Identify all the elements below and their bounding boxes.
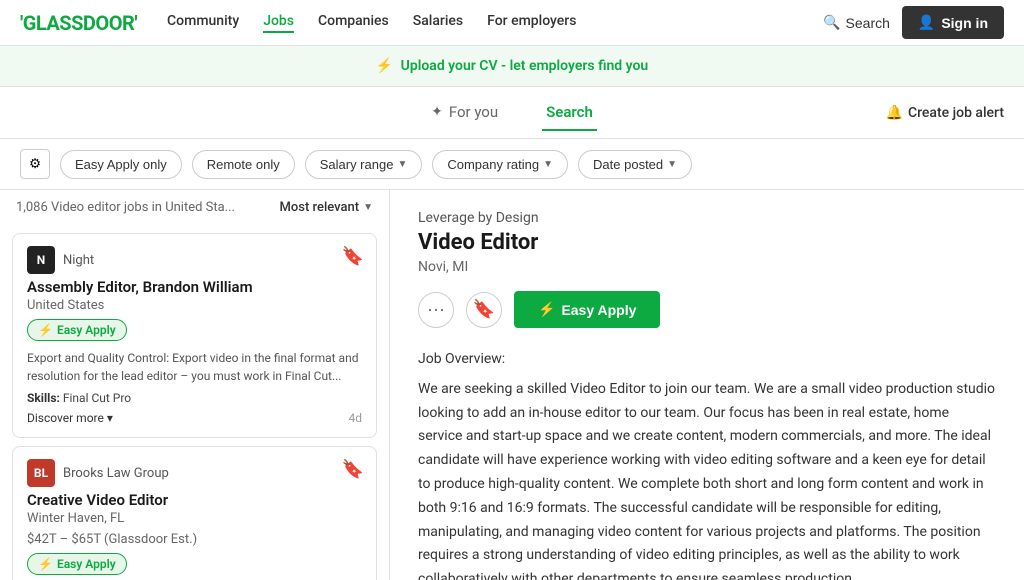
lightning-icon: ⚡ (538, 301, 555, 318)
company-name: Brooks Law Group (63, 466, 169, 481)
job-card[interactable]: N Night 🔖 Assembly Editor, Brandon Willi… (12, 233, 377, 438)
date-posted-filter[interactable]: Date posted ▼ (578, 150, 692, 179)
search-icon: 🔍 (823, 14, 840, 31)
company-logo: N (27, 246, 55, 274)
job-location: Winter Haven, FL (27, 511, 362, 526)
job-card-header: BL Brooks Law Group (27, 459, 362, 487)
date-posted-label: Date posted (593, 157, 663, 172)
job-location: United States (27, 298, 362, 313)
job-card-header: N Night (27, 246, 362, 274)
tab-search-label: Search (546, 103, 593, 121)
detail-job-location: Novi, MI (418, 259, 996, 275)
nav-community[interactable]: Community (167, 13, 239, 33)
chevron-down-icon: ▼ (363, 202, 373, 213)
salary: $42T – $65T (Glassdoor Est.) (27, 532, 362, 547)
results-header: 1,086 Video editor jobs in United Sta...… (0, 190, 389, 225)
more-options-button[interactable]: ··· (418, 292, 454, 328)
easy-apply-label: Easy Apply only (75, 157, 167, 172)
nav-employers[interactable]: For employers (487, 13, 576, 33)
sort-dropdown[interactable]: Most relevant ▼ (280, 200, 373, 215)
company-logo: BL (27, 459, 55, 487)
lightning-icon: ⚡ (376, 58, 393, 74)
main-layout: 1,086 Video editor jobs in United Sta...… (0, 190, 1024, 580)
detail-company-name: Leverage by Design (418, 210, 996, 226)
remote-only-filter[interactable]: Remote only (192, 150, 295, 179)
signin-button[interactable]: 👤 Sign in (902, 6, 1004, 39)
nav-right: 🔍 Search 👤 Sign in (823, 6, 1004, 39)
easy-apply-badge: ⚡ Easy Apply (27, 319, 127, 341)
right-panel: Leverage by Design Video Editor Novi, MI… (390, 190, 1024, 580)
tab-for-you-label: For you (449, 103, 498, 121)
company-name: Night (63, 253, 94, 268)
lightning-icon: ⚡ (38, 323, 53, 337)
glassdoor-logo[interactable]: 'GLASSDOOR' (20, 11, 137, 35)
create-alert-button[interactable]: 🔔 Create job alert (886, 105, 1004, 121)
easy-apply-badge: ⚡ Easy Apply (27, 553, 127, 575)
detail-job-title: Video Editor (418, 230, 996, 255)
nav-links: Community Jobs Companies Salaries For em… (167, 13, 803, 33)
signin-icon: 👤 (918, 14, 935, 31)
bookmark-button[interactable]: 🔖 (342, 459, 364, 480)
days-ago: 4d (348, 411, 362, 425)
tab-for-you[interactable]: ✦ For you (427, 95, 502, 131)
sort-label: Most relevant (280, 200, 360, 215)
job-actions: ··· 🔖 ⚡ Easy Apply (418, 291, 996, 328)
job-card[interactable]: BL Brooks Law Group 🔖 Creative Video Edi… (12, 446, 377, 580)
salary-range-filter[interactable]: Salary range ▼ (305, 150, 423, 179)
remote-only-label: Remote only (207, 157, 280, 172)
job-snippet: Export and Quality Control: Export video… (27, 349, 362, 385)
discover-more-label: Discover more ▾ (27, 411, 113, 425)
sliders-icon: ⚙ (29, 156, 41, 171)
salary-range-label: Salary range (320, 157, 394, 172)
create-alert-label: Create job alert (908, 105, 1004, 121)
chevron-down-icon: ▼ (667, 159, 677, 170)
nav-salaries[interactable]: Salaries (413, 13, 463, 33)
job-title: Creative Video Editor (27, 491, 362, 509)
lightning-icon: ⚡ (38, 557, 53, 571)
easy-apply-text: Easy Apply (57, 323, 116, 337)
discover-more[interactable]: Discover more ▾ 4d (27, 411, 362, 425)
tabs-bar: ✦ For you Search 🔔 Create job alert (0, 87, 1024, 139)
search-label: Search (846, 15, 890, 31)
easy-apply-button[interactable]: ⚡ Easy Apply (514, 291, 660, 328)
save-job-button[interactable]: 🔖 (466, 292, 502, 328)
search-button[interactable]: 🔍 Search (823, 14, 890, 31)
easy-apply-text: Easy Apply (57, 557, 116, 571)
easy-apply-btn-label: Easy Apply (561, 302, 636, 318)
job-description: Job Overview:We are seeking a skilled Vi… (418, 348, 996, 580)
bell-icon: 🔔 (886, 105, 903, 121)
filters-bar: ⚙ Easy Apply only Remote only Salary ran… (0, 139, 1024, 190)
company-rating-filter[interactable]: Company rating ▼ (432, 150, 568, 179)
nav-companies[interactable]: Companies (318, 13, 389, 33)
tab-search[interactable]: Search (542, 95, 597, 131)
job-title: Assembly Editor, Brandon William (27, 278, 362, 296)
upload-banner-text: Upload your CV - let employers find you (401, 58, 649, 74)
skills-text: Final Cut Pro (63, 391, 131, 405)
navbar: 'GLASSDOOR' Community Jobs Companies Sal… (0, 0, 1024, 46)
results-count: 1,086 Video editor jobs in United Sta... (16, 200, 235, 215)
bookmark-button[interactable]: 🔖 (342, 246, 364, 267)
company-rating-label: Company rating (447, 157, 539, 172)
upload-banner[interactable]: ⚡ Upload your CV - let employers find yo… (0, 46, 1024, 87)
chevron-down-icon: ▼ (397, 159, 407, 170)
easy-apply-filter[interactable]: Easy Apply only (60, 150, 182, 179)
filter-options-button[interactable]: ⚙ (20, 149, 50, 179)
skills-line: Skills: Final Cut Pro (27, 391, 362, 405)
chevron-down-icon: ▼ (543, 159, 553, 170)
for-you-icon: ✦ (431, 104, 443, 120)
nav-jobs[interactable]: Jobs (263, 13, 294, 33)
left-panel: 1,086 Video editor jobs in United Sta...… (0, 190, 390, 580)
